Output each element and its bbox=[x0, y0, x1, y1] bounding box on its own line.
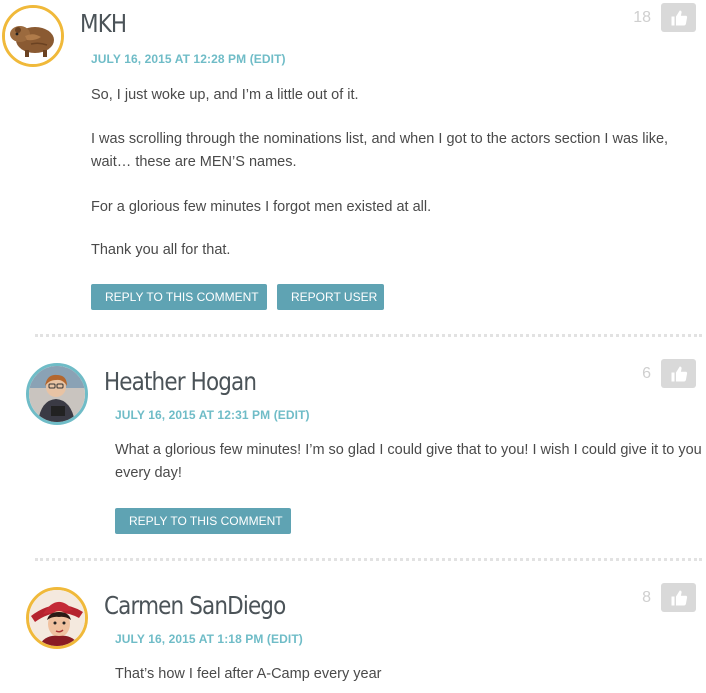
comment-paragraph: I was scrolling through the nominations … bbox=[91, 131, 669, 170]
vote-count: 8 bbox=[642, 589, 651, 606]
carmen-avatar-icon bbox=[29, 590, 85, 646]
report-user-button[interactable]: REPORT USER bbox=[277, 284, 384, 310]
capybara-avatar-icon bbox=[5, 8, 61, 64]
comment-meta: JULY 16, 2015 AT 12:31 PM (EDIT) bbox=[115, 408, 310, 422]
comment-mkh: MKH JULY 16, 2015 AT 12:28 PM (EDIT) So,… bbox=[0, 0, 706, 320]
comment-paragraph: Thank you all for that. bbox=[91, 242, 231, 258]
comment-paragraph: What a glorious few minutes! I’m so glad… bbox=[115, 442, 702, 481]
thumbs-up-icon bbox=[671, 10, 687, 25]
thumbs-up-icon bbox=[671, 366, 687, 381]
comment-author[interactable]: Carmen SanDiego bbox=[104, 591, 286, 620]
reply-button[interactable]: REPLY TO THIS COMMENT bbox=[115, 508, 291, 534]
comment-meta: JULY 16, 2015 AT 1:18 PM (EDIT) bbox=[115, 632, 303, 646]
comment-author[interactable]: Heather Hogan bbox=[104, 367, 257, 396]
comment-date[interactable]: JULY 16, 2015 AT 12:28 PM bbox=[91, 52, 246, 66]
like-button[interactable] bbox=[661, 3, 696, 32]
like-button[interactable] bbox=[661, 359, 696, 388]
comment-date[interactable]: JULY 16, 2015 AT 12:31 PM bbox=[115, 408, 270, 422]
comment-divider bbox=[35, 334, 702, 337]
edit-link[interactable]: (EDIT) bbox=[274, 408, 310, 422]
comment-paragraph: For a glorious few minutes I forgot men … bbox=[91, 199, 432, 215]
thumbs-up-icon bbox=[671, 590, 687, 605]
vote-count: 18 bbox=[633, 9, 651, 26]
comment-divider bbox=[35, 558, 702, 561]
comment-date[interactable]: JULY 16, 2015 AT 1:18 PM bbox=[115, 632, 263, 646]
comment-paragraph: That’s how I feel after A-Camp every yea… bbox=[115, 666, 382, 682]
avatar-heather-hogan[interactable] bbox=[26, 363, 88, 425]
comment-paragraph: So, I just woke up, and I’m a little out… bbox=[91, 87, 359, 103]
edit-link[interactable]: (EDIT) bbox=[250, 52, 286, 66]
avatar-mkh[interactable] bbox=[2, 5, 64, 67]
like-button[interactable] bbox=[661, 583, 696, 612]
edit-link[interactable]: (EDIT) bbox=[267, 632, 303, 646]
comment-author[interactable]: MKH bbox=[80, 9, 127, 38]
reply-button[interactable]: REPLY TO THIS COMMENT bbox=[91, 284, 267, 310]
person-avatar-icon bbox=[29, 366, 85, 422]
comment-meta: JULY 16, 2015 AT 12:28 PM (EDIT) bbox=[91, 52, 286, 66]
vote-count: 6 bbox=[642, 365, 651, 382]
avatar-carmen-sandiego[interactable] bbox=[26, 587, 88, 649]
